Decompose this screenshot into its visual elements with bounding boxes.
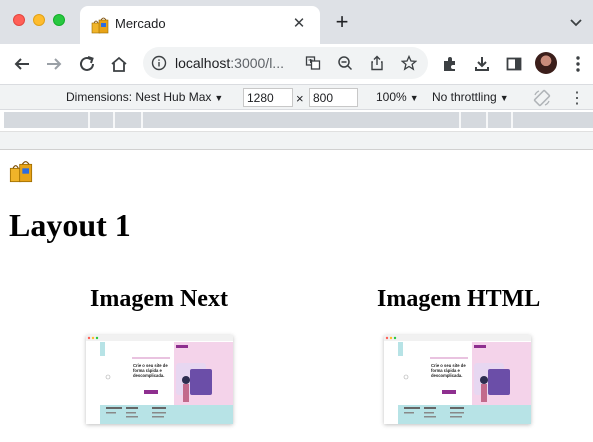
dimension-times: × bbox=[296, 91, 304, 106]
extensions-icon[interactable] bbox=[438, 52, 462, 76]
media-query-divider bbox=[88, 112, 90, 128]
shopping-bags-icon bbox=[91, 17, 109, 34]
rotate-device-icon[interactable] bbox=[532, 88, 552, 108]
address-bar[interactable]: localhost:3000/l... bbox=[143, 47, 428, 79]
width-input[interactable]: 1280 bbox=[243, 88, 293, 107]
thumb-headline: descomplicada. bbox=[431, 373, 462, 378]
media-query-divider bbox=[486, 112, 488, 128]
throttling-label: No throttling bbox=[432, 90, 497, 104]
menu-icon[interactable] bbox=[566, 52, 590, 76]
page-title: Layout 1 bbox=[9, 207, 131, 243]
browser-toolbar: localhost:3000/l... bbox=[0, 44, 593, 84]
tab-title: Mercado bbox=[115, 16, 166, 31]
media-query-divider bbox=[511, 112, 513, 128]
close-window-icon[interactable] bbox=[13, 14, 25, 26]
new-tab-button[interactable]: + bbox=[331, 11, 353, 33]
image-html-thumbnail: Crie o seu site de forma rápida e descom… bbox=[384, 335, 531, 424]
image-next-thumbnail: Crie o seu site de forma rápida e descom… bbox=[86, 335, 233, 424]
zoom-window-icon[interactable] bbox=[53, 14, 65, 26]
tab-strip: Mercado ✕ + bbox=[0, 0, 593, 44]
share-icon[interactable] bbox=[367, 53, 387, 73]
zoom-out-icon[interactable] bbox=[335, 53, 355, 73]
thumb-headline: descomplicada. bbox=[133, 373, 164, 378]
url-path: :3000/l... bbox=[230, 55, 284, 71]
page-viewport: Layout 1 Imagem Next Imagem HTML Crie o … bbox=[0, 151, 593, 442]
translate-icon[interactable] bbox=[303, 53, 323, 73]
tab-mercado[interactable]: Mercado ✕ bbox=[80, 6, 320, 44]
back-icon[interactable] bbox=[10, 52, 34, 76]
zoom-select[interactable]: 100% ▼ bbox=[376, 90, 419, 104]
url-host: localhost bbox=[175, 55, 231, 71]
forward-icon[interactable] bbox=[42, 52, 66, 76]
device-select[interactable]: Dimensions: Nest Hub Max ▼ bbox=[66, 90, 223, 104]
zoom-label: 100% bbox=[376, 90, 407, 104]
media-query-divider bbox=[113, 112, 115, 128]
ruler-bar bbox=[0, 132, 593, 150]
reload-icon[interactable] bbox=[75, 52, 99, 76]
throttling-select[interactable]: No throttling ▼ bbox=[432, 90, 509, 104]
home-icon[interactable] bbox=[107, 52, 131, 76]
media-query-strip[interactable] bbox=[4, 112, 593, 128]
sidebar-icon[interactable] bbox=[502, 52, 526, 76]
image-html-heading: Imagem HTML bbox=[377, 286, 541, 312]
device-more-icon[interactable]: ⋮ bbox=[569, 88, 585, 108]
bookmark-star-icon[interactable] bbox=[399, 53, 419, 73]
caret-down-icon: ▼ bbox=[499, 93, 509, 103]
site-info-icon[interactable] bbox=[151, 55, 167, 71]
caret-down-icon: ▼ bbox=[214, 93, 224, 103]
chevron-down-icon[interactable] bbox=[567, 13, 585, 31]
profile-avatar[interactable] bbox=[535, 52, 557, 74]
media-query-bar bbox=[0, 110, 593, 132]
minimize-window-icon[interactable] bbox=[33, 14, 45, 26]
website-screenshot-image: Crie o seu site de forma rápida e descom… bbox=[86, 335, 233, 424]
image-next-heading: Imagem Next bbox=[90, 286, 228, 312]
shopping-bags-icon bbox=[9, 161, 33, 183]
height-input[interactable]: 800 bbox=[309, 88, 358, 107]
device-toolbar: Dimensions: Nest Hub Max ▼ 1280 × 800 100… bbox=[0, 84, 593, 110]
media-query-divider bbox=[459, 112, 461, 128]
media-query-divider bbox=[141, 112, 143, 128]
url-text: localhost:3000/l... bbox=[175, 55, 284, 71]
caret-down-icon: ▼ bbox=[409, 93, 419, 103]
download-icon[interactable] bbox=[470, 52, 494, 76]
close-tab-icon[interactable]: ✕ bbox=[290, 15, 308, 33]
device-label: Dimensions: Nest Hub Max bbox=[66, 90, 212, 104]
website-screenshot-image: Crie o seu site de forma rápida e descom… bbox=[384, 335, 531, 424]
